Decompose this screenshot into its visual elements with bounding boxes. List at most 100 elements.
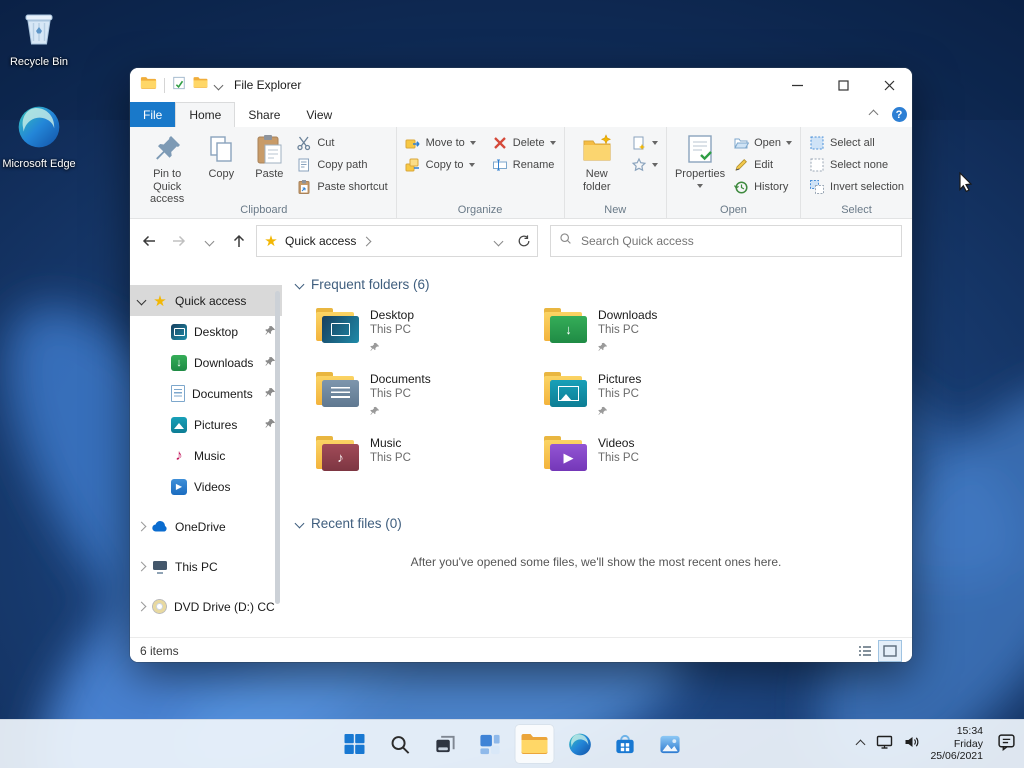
edit-icon xyxy=(733,157,749,173)
recent-locations-icon[interactable] xyxy=(194,226,224,256)
move-to-button[interactable]: Move to xyxy=(402,134,479,152)
search-box[interactable] xyxy=(550,225,902,257)
sidebar-item-onedrive[interactable]: OneDrive xyxy=(130,511,282,542)
copy-path-button[interactable]: Copy path xyxy=(293,156,390,174)
tab-view[interactable]: View xyxy=(293,102,345,127)
sidebar-item-label: Documents xyxy=(192,386,253,401)
title-bar[interactable]: File Explorer xyxy=(130,68,912,102)
copy-to-button[interactable]: Copy to xyxy=(402,156,479,174)
tab-home[interactable]: Home xyxy=(175,102,236,127)
properties-button[interactable]: Properties xyxy=(672,129,728,192)
forward-button[interactable] xyxy=(164,226,194,256)
folder-tile-desktop[interactable]: Desktop This PC xyxy=(316,308,544,372)
breadcrumb-chevron-icon[interactable] xyxy=(361,236,372,246)
sidebar-scrollbar[interactable] xyxy=(275,287,281,627)
pin-to-quick-access-button[interactable]: Pin to Quick access xyxy=(137,129,197,210)
start-button[interactable] xyxy=(335,724,375,764)
file-explorer-icon xyxy=(521,734,548,754)
tray-overflow-chevron-icon[interactable] xyxy=(855,739,866,749)
qat-new-folder-icon[interactable] xyxy=(193,76,208,94)
help-icon[interactable]: ? xyxy=(886,102,912,127)
select-none-button[interactable]: Select none xyxy=(806,156,907,174)
notification-center-icon[interactable] xyxy=(997,732,1016,756)
invert-selection-button[interactable]: Invert selection xyxy=(806,178,907,196)
folder-tile-music[interactable]: ♪ Music This PC xyxy=(316,436,544,500)
scrollbar-thumb[interactable] xyxy=(275,291,280,604)
tab-file[interactable]: File xyxy=(130,102,176,127)
select-all-button[interactable]: Select all xyxy=(806,134,907,152)
close-button[interactable] xyxy=(866,68,912,102)
open-icon xyxy=(733,135,750,151)
history-button[interactable]: History xyxy=(730,178,795,196)
photos-icon xyxy=(659,735,680,753)
tab-share[interactable]: Share xyxy=(235,102,293,127)
folder-tile-pictures[interactable]: Pictures This PC xyxy=(544,372,772,436)
chevron-down-icon[interactable] xyxy=(294,518,305,529)
sidebar-item-downloads[interactable]: ↓ Downloads xyxy=(130,347,282,378)
folder-tile-downloads[interactable]: ↓ Downloads This PC xyxy=(544,308,772,372)
chevron-right-icon[interactable] xyxy=(136,561,147,572)
recent-files-header[interactable]: Recent files (0) xyxy=(294,516,896,531)
new-item-button[interactable] xyxy=(628,134,661,152)
desktop-icon-microsoft-edge[interactable]: Microsoft Edge xyxy=(0,104,78,171)
large-icons-view-button[interactable] xyxy=(878,640,902,662)
sidebar-item-label: Quick access xyxy=(175,293,247,308)
qat-properties-icon[interactable] xyxy=(172,76,186,95)
taskbar-search-button[interactable] xyxy=(380,724,420,764)
chevron-down-icon[interactable] xyxy=(294,279,305,290)
paste-shortcut-button[interactable]: Paste shortcut xyxy=(293,178,390,196)
open-button[interactable]: Open xyxy=(730,134,795,152)
network-icon[interactable] xyxy=(876,734,893,755)
ribbon-group-clipboard: Pin to Quick access Copy Paste Cut Copy … xyxy=(132,127,397,218)
sidebar-item-music[interactable]: ♪ Music xyxy=(130,440,282,471)
minimize-button[interactable] xyxy=(774,68,820,102)
copy-button[interactable]: Copy xyxy=(197,129,245,185)
folder-tile-documents[interactable]: Documents This PC xyxy=(316,372,544,436)
taskbar-photos-button[interactable] xyxy=(650,724,690,764)
address-box[interactable]: ★ Quick access xyxy=(256,225,538,257)
sidebar-item-dvd-drive[interactable]: DVD Drive (D:) CC xyxy=(130,591,282,622)
sidebar-item-desktop[interactable]: Desktop xyxy=(130,316,282,347)
volume-icon[interactable] xyxy=(903,734,920,755)
desktop-icon-recycle-bin[interactable]: Recycle Bin xyxy=(0,8,78,69)
widgets-button[interactable] xyxy=(470,724,510,764)
desktop-folder-icon xyxy=(316,308,359,343)
chevron-right-icon[interactable] xyxy=(136,521,147,532)
sidebar-item-label: Pictures xyxy=(194,417,238,432)
cut-button[interactable]: Cut xyxy=(293,134,390,152)
sidebar-item-quick-access[interactable]: ★ Quick access xyxy=(130,285,282,316)
address-dropdown-icon[interactable] xyxy=(485,227,511,255)
qat-customize-icon[interactable] xyxy=(213,80,224,90)
paste-button[interactable]: Paste xyxy=(245,129,293,185)
sidebar-item-pictures[interactable]: Pictures xyxy=(130,409,282,440)
edit-button[interactable]: Edit xyxy=(730,156,795,174)
task-view-button[interactable] xyxy=(425,724,465,764)
new-folder-button[interactable]: New folder xyxy=(570,129,624,197)
up-button[interactable] xyxy=(224,226,254,256)
chevron-down-icon[interactable] xyxy=(136,295,147,306)
frequent-folders-header[interactable]: Frequent folders (6) xyxy=(294,277,896,292)
back-button[interactable] xyxy=(134,226,164,256)
easy-access-button[interactable] xyxy=(628,156,661,174)
content-pane: Frequent folders (6) Desktop This PC ↓ D… xyxy=(282,263,912,637)
folder-tile-videos[interactable]: ▶ Videos This PC xyxy=(544,436,772,500)
breadcrumb[interactable]: Quick access xyxy=(285,234,356,248)
delete-button[interactable]: Delete xyxy=(489,134,559,152)
search-input[interactable] xyxy=(579,233,893,249)
window-controls xyxy=(774,68,912,102)
rename-button[interactable]: Rename xyxy=(489,156,559,174)
details-view-button[interactable] xyxy=(854,641,876,661)
collapse-ribbon-icon[interactable] xyxy=(860,102,886,127)
taskbar-clock[interactable]: 15:34 Friday 25/06/2021 xyxy=(930,725,983,763)
sidebar-item-this-pc[interactable]: This PC xyxy=(130,551,282,582)
refresh-button[interactable] xyxy=(511,227,537,255)
desktop-folder-icon xyxy=(171,323,187,340)
maximize-button[interactable] xyxy=(820,68,866,102)
taskbar-file-explorer-button[interactable] xyxy=(514,724,555,764)
chevron-right-icon[interactable] xyxy=(136,601,147,612)
sidebar-item-videos[interactable]: ▶ Videos xyxy=(130,471,282,502)
pin-icon xyxy=(598,403,641,421)
sidebar-item-documents[interactable]: Documents xyxy=(130,378,282,409)
taskbar-store-button[interactable] xyxy=(605,724,645,764)
taskbar-edge-button[interactable] xyxy=(560,724,600,764)
